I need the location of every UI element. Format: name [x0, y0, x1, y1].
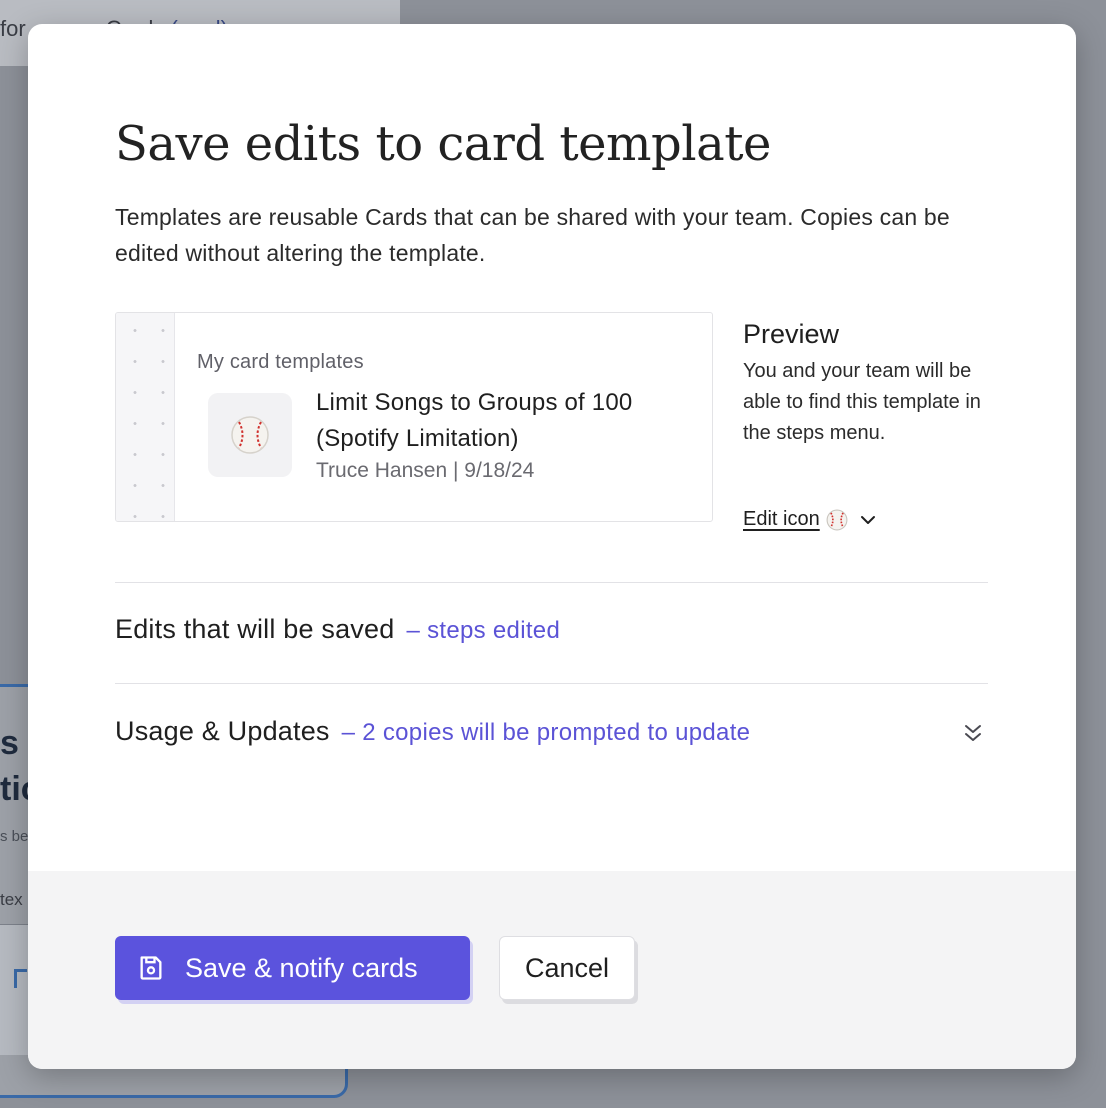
template-date: 9/18/24	[464, 459, 535, 482]
background-topbar-label: for	[0, 16, 26, 41]
edits-section: Edits that will be saved – steps edited	[115, 614, 988, 645]
edit-icon-link[interactable]: Edit icon	[743, 508, 848, 531]
baseball-icon	[826, 509, 848, 530]
edit-icon-label: Edit icon	[743, 508, 820, 530]
double-chevron-down-icon	[965, 725, 981, 741]
background-card-subtext: s be	[0, 828, 29, 845]
template-author: Truce Hansen	[316, 459, 448, 482]
usage-section-note: – 2 copies will be prompted to update	[341, 719, 751, 746]
edits-section-title: Edits that will be saved	[115, 614, 395, 644]
preview-heading: Preview	[743, 319, 840, 349]
edit-icon-dropdown[interactable]: Edit icon	[743, 508, 878, 531]
template-meta: Truce Hansen | 9/18/24	[316, 459, 534, 483]
dialog-description: Templates are reusable Cards that can be…	[115, 204, 950, 266]
save-notify-button[interactable]: Save & notify cards	[115, 936, 470, 1000]
save-template-dialog: Save edits to card template Templates ar…	[28, 24, 1076, 1069]
divider	[115, 683, 988, 684]
usage-section-title: Usage & Updates	[115, 716, 330, 746]
baseball-icon	[231, 416, 269, 454]
template-icon-tile	[208, 393, 292, 477]
expand-usage-button[interactable]	[958, 718, 988, 748]
save-icon	[140, 956, 162, 980]
dialog-footer: Save & notify cards Cancel	[28, 871, 1076, 1069]
template-preview-card: My card templates Limit Songs to Groups …	[115, 312, 713, 522]
chevron-down-icon[interactable]	[858, 510, 878, 530]
template-group-label: My card templates	[197, 351, 364, 373]
edits-section-note: – steps edited	[406, 617, 561, 644]
usage-section[interactable]: Usage & Updates – 2 copies will be promp…	[115, 716, 988, 747]
template-title: Limit Songs to Groups of 100 (Spotify Li…	[316, 389, 633, 452]
dialog-title: Save edits to card template	[115, 116, 771, 172]
cancel-button[interactable]: Cancel	[499, 936, 635, 1000]
divider	[115, 582, 988, 583]
preview-info: Preview You and your team will be able t…	[743, 316, 1003, 449]
dotted-strip	[116, 313, 175, 521]
background-card-text: tex	[0, 890, 23, 909]
preview-description: You and your team will be able to find t…	[743, 360, 981, 444]
meta-separator: |	[452, 459, 459, 482]
save-button-label: Save & notify cards	[185, 952, 418, 983]
